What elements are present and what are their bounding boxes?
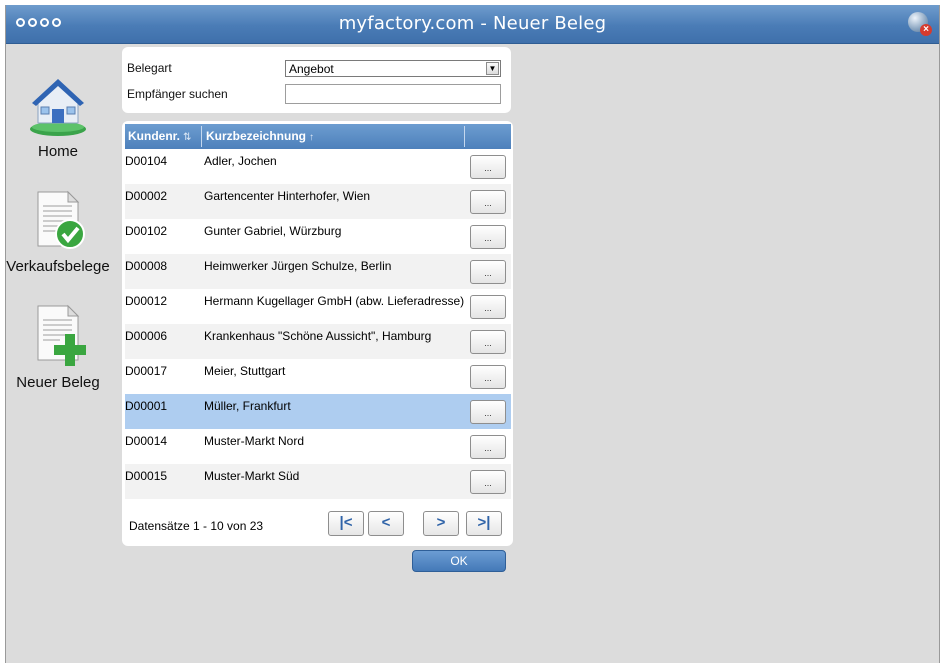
- cell-kundenr: D00001: [125, 399, 168, 413]
- table-row[interactable]: D00014 Muster-Markt Nord ...: [125, 429, 511, 464]
- ok-button[interactable]: OK: [412, 550, 506, 572]
- table-row[interactable]: D00008 Heimwerker Jürgen Schulze, Berlin…: [125, 254, 511, 289]
- cell-kundenr: D00002: [125, 189, 168, 203]
- record-count: Datensätze 1 - 10 von 23: [129, 519, 264, 533]
- row-details-button[interactable]: ...: [470, 470, 506, 494]
- chevron-down-icon[interactable]: ▼: [486, 62, 499, 75]
- table-row[interactable]: D00102 Gunter Gabriel, Würzburg ...: [125, 219, 511, 254]
- cell-kundenr: D00014: [125, 434, 168, 448]
- cell-kundenr: D00006: [125, 329, 168, 343]
- cell-kurzbezeichnung: Krankenhaus "Schöne Aussicht", Hamburg: [204, 329, 432, 343]
- cell-kundenr: D00015: [125, 469, 168, 483]
- sidebar-item-label: Verkaufsbelege: [6, 258, 110, 275]
- cell-kundenr: D00102: [125, 224, 168, 238]
- row-details-button[interactable]: ...: [470, 260, 506, 284]
- last-page-icon[interactable]: >|: [466, 511, 502, 536]
- table-row[interactable]: D00017 Meier, Stuttgart ...: [125, 359, 511, 394]
- row-details-button[interactable]: ...: [470, 330, 506, 354]
- document-check-icon: [37, 190, 85, 249]
- cell-kundenr: D00012: [125, 294, 168, 308]
- empfaenger-label: Empfänger suchen: [127, 87, 228, 101]
- document-add-icon: [37, 304, 86, 366]
- next-page-icon[interactable]: >: [423, 511, 459, 536]
- sidebar-item-verkaufsbelege[interactable]: Verkaufsbelege: [6, 188, 113, 275]
- first-page-icon[interactable]: |<: [328, 511, 364, 536]
- cell-kundenr: D00008: [125, 259, 168, 273]
- cell-kurzbezeichnung: Muster-Markt Nord: [204, 434, 305, 448]
- cell-kundenr: D00017: [125, 364, 168, 378]
- table-row[interactable]: D00104 Adler, Jochen ...: [125, 149, 511, 184]
- cell-kurzbezeichnung: Gunter Gabriel, Würzburg: [204, 224, 342, 238]
- row-details-button[interactable]: ...: [470, 295, 506, 319]
- table-row[interactable]: D00012 Hermann Kugellager GmbH (abw. Lie…: [125, 289, 511, 324]
- cell-kurzbezeichnung: Heimwerker Jürgen Schulze, Berlin: [204, 259, 392, 273]
- column-header-kurzbezeichnung[interactable]: Kurzbezeichnung ↑: [206, 124, 314, 149]
- customer-table: Kundenr. ⇅ Kurzbezeichnung ↑ D00104 Adler,…: [122, 121, 513, 546]
- cell-kundenr: D00104: [125, 154, 168, 168]
- row-details-button[interactable]: ...: [470, 225, 506, 249]
- sort-icon: ⇅: [183, 132, 192, 143]
- cell-kurzbezeichnung: Muster-Markt Süd: [204, 469, 300, 483]
- previous-page-icon[interactable]: <: [368, 511, 404, 536]
- belegart-select[interactable]: Angebot ▼: [285, 60, 501, 77]
- cell-kurzbezeichnung: Hermann Kugellager GmbH (abw. Lieferadre…: [204, 294, 465, 308]
- sidebar-item-label: Home: [37, 143, 78, 160]
- sort-icon: ↑: [309, 132, 315, 143]
- window-title: myfactory.com - Neuer Beleg: [338, 13, 607, 34]
- belegart-value: Angebot: [289, 62, 334, 76]
- row-details-button[interactable]: ...: [470, 190, 506, 214]
- sidebar-item-home[interactable]: Home: [6, 73, 113, 160]
- table-row[interactable]: D00015 Muster-Markt Süd ...: [125, 464, 511, 499]
- title-bar: myfactory.com - Neuer Beleg ×: [6, 5, 939, 44]
- cell-kurzbezeichnung: Müller, Frankfurt: [204, 399, 291, 413]
- app-window: myfactory.com - Neuer Beleg × Home Verka…: [5, 5, 940, 663]
- cell-kurzbezeichnung: Gartencenter Hinterhofer, Wien: [204, 189, 371, 203]
- house-icon: [30, 79, 86, 136]
- row-details-button[interactable]: ...: [470, 400, 506, 424]
- row-details-button[interactable]: ...: [470, 365, 506, 389]
- table-row[interactable]: D00002 Gartencenter Hinterhofer, Wien ..…: [125, 184, 511, 219]
- belegart-label: Belegart: [127, 61, 172, 75]
- row-details-button[interactable]: ...: [470, 155, 506, 179]
- table-row[interactable]: D00006 Krankenhaus "Schöne Aussicht", Ha…: [125, 324, 511, 359]
- table-header: Kundenr. ⇅ Kurzbezeichnung ↑: [125, 124, 511, 149]
- sidebar-item-label: Neuer Beleg: [16, 374, 100, 391]
- row-details-button[interactable]: ...: [470, 435, 506, 459]
- globe-close-icon[interactable]: ×: [908, 12, 932, 36]
- table-row-selected[interactable]: D00001 Müller, Frankfurt ...: [125, 394, 511, 429]
- cell-kurzbezeichnung: Meier, Stuttgart: [204, 364, 286, 378]
- sidebar-item-neuer-beleg[interactable]: Neuer Beleg: [6, 302, 113, 391]
- empfaenger-search-input[interactable]: [285, 84, 501, 104]
- column-header-kundenr[interactable]: Kundenr. ⇅: [128, 124, 191, 149]
- cell-kurzbezeichnung: Adler, Jochen: [204, 154, 277, 168]
- form-panel: Belegart Angebot ▼ Empfänger suchen: [122, 47, 511, 113]
